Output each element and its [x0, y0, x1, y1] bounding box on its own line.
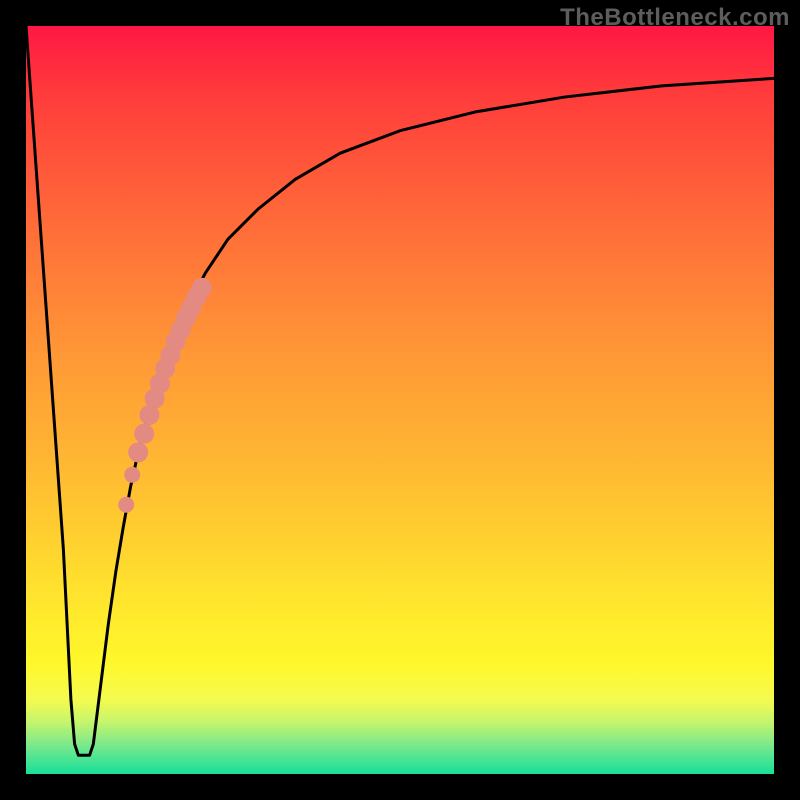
highlight-dot: [118, 497, 134, 513]
watermark-text: TheBottleneck.com: [560, 4, 790, 32]
chart-svg: [26, 26, 774, 774]
highlight-dot: [192, 278, 212, 298]
plot-area: [26, 26, 774, 774]
highlight-dot: [128, 442, 148, 462]
highlight-dot: [124, 467, 140, 483]
highlight-dot-group: [118, 278, 212, 513]
bottleneck-curve: [26, 26, 774, 755]
highlight-dot: [134, 424, 154, 444]
chart-frame: TheBottleneck.com: [0, 0, 800, 800]
